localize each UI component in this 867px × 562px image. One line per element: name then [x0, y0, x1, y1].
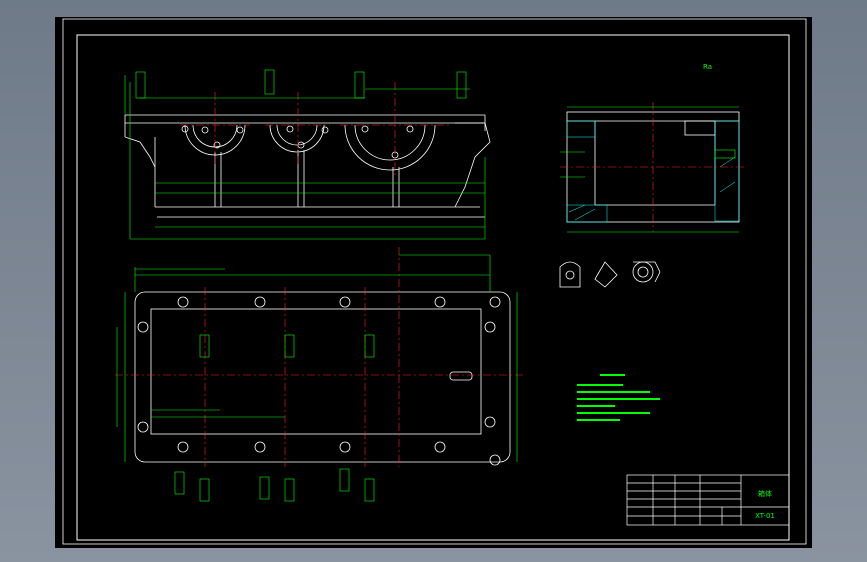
hole: [201, 126, 209, 134]
hatch-line: [574, 208, 596, 221]
detail-c: [632, 261, 654, 283]
top-slot: [449, 371, 473, 381]
hatch-line: [568, 204, 586, 213]
dim-callout: [339, 468, 350, 492]
bolt-hole: [177, 441, 189, 453]
dim-callout: [364, 334, 375, 358]
drawing-canvas: Ra 箱体 XT-01: [62, 18, 807, 545]
bearing-bore-2-inner: [276, 124, 318, 146]
title-block-name: 箱体: [758, 489, 772, 498]
detail-a: [559, 261, 581, 288]
dim-callout: [199, 478, 210, 502]
hole: [361, 125, 369, 133]
side-boss: [684, 120, 716, 136]
detail-c-outline: [633, 261, 661, 283]
bolt-hole: [137, 321, 149, 333]
drawing-sheet: Ra 箱体 XT-01: [55, 17, 812, 548]
bolt-hole: [254, 441, 266, 453]
detail-b: [594, 261, 618, 288]
top-view-bolt-holes: [137, 296, 501, 466]
bolt-hole: [339, 441, 351, 453]
side-view-centerlines: [560, 102, 745, 232]
bolt-hole: [434, 296, 446, 308]
bearing-bore-3: [344, 124, 436, 171]
hole: [406, 125, 414, 133]
bolt-hole: [489, 454, 501, 466]
bolt-hole: [137, 421, 149, 433]
front-view-holes: [181, 125, 414, 159]
dim-callout: [264, 69, 275, 95]
top-outer-flange: [134, 291, 511, 463]
dim-callout: [714, 149, 736, 159]
hatch-line: [719, 156, 736, 168]
hatch-area: [566, 120, 596, 138]
dim-callout: [284, 478, 295, 502]
hatch-area: [714, 120, 740, 222]
bearing-bore-3-inner: [354, 124, 426, 161]
dim-callout: [284, 334, 295, 358]
front-view-centerlines: [180, 82, 450, 177]
top-view: [134, 291, 511, 463]
bolt-hole: [339, 296, 351, 308]
roughness-symbol: Ra: [703, 63, 712, 71]
top-inner-cavity: [150, 308, 482, 435]
title-block-code: XT-01: [755, 512, 775, 520]
hole: [321, 126, 329, 134]
detail-views: [559, 261, 661, 288]
left-lug: [124, 136, 156, 168]
front-view: [124, 114, 491, 218]
technical-notes: [577, 374, 660, 421]
bolt-hole: [434, 441, 446, 453]
dim-callout: [259, 476, 270, 500]
dim-callout: [354, 71, 365, 99]
bolt-hole: [489, 296, 501, 308]
bearing-bore-2: [269, 124, 325, 153]
hole: [286, 125, 294, 133]
inner-frame: [76, 34, 790, 541]
dim-callout: [199, 334, 210, 358]
dim-callout: [135, 71, 146, 99]
detail-c-inner: [637, 266, 649, 278]
cad-viewport[interactable]: Ra 箱体 XT-01: [0, 0, 867, 562]
hole: [236, 126, 244, 134]
bolt-hole: [484, 321, 496, 333]
dim-callout: [364, 478, 375, 502]
hatch-line: [719, 181, 736, 193]
front-view-dimensions: [124, 69, 486, 240]
bolt-hole: [177, 296, 189, 308]
bolt-hole: [254, 296, 266, 308]
detail-a-hole: [565, 270, 575, 280]
bolt-hole: [484, 416, 496, 428]
dim-callout: [456, 71, 467, 99]
dim-callout: [174, 471, 185, 495]
